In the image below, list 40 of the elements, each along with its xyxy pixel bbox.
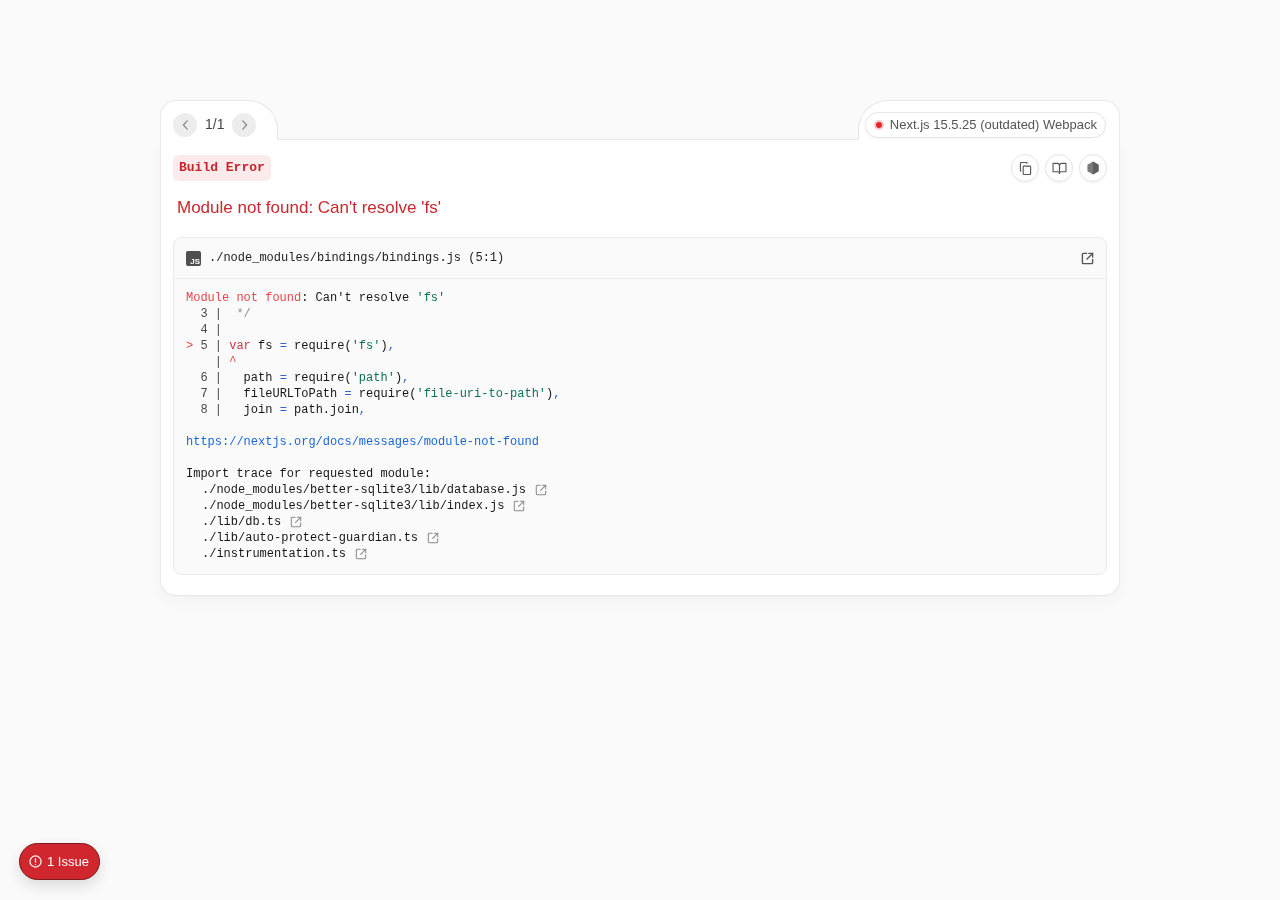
code-line: | ^ xyxy=(213,354,237,370)
trace-title: Import trace for requested module: xyxy=(186,466,431,482)
code-line: 3 | */ xyxy=(199,306,251,322)
hexagon-icon xyxy=(1087,161,1099,175)
version-label: Next.js 15.5.25 (outdated) Webpack xyxy=(889,115,1097,134)
external-link-icon[interactable] xyxy=(290,516,303,528)
alert-circle-icon xyxy=(29,855,42,868)
chevron-left-icon xyxy=(181,119,189,130)
chevron-right-icon xyxy=(240,119,248,130)
open-in-editor-button[interactable] xyxy=(1080,251,1094,265)
trace-path: ./instrumentation.ts xyxy=(202,546,347,562)
trace-path: ./lib/db.ts xyxy=(202,514,282,530)
code-line: 7 | fileURLToPath = require('file-uri-to-path'), xyxy=(199,386,561,402)
code-line: > 5 | var fs = require('fs'), xyxy=(186,338,395,354)
external-link-icon[interactable] xyxy=(427,532,440,544)
docs-button[interactable] xyxy=(1045,154,1073,182)
book-icon xyxy=(1051,162,1067,174)
external-link-icon[interactable] xyxy=(355,548,368,560)
copy-button[interactable] xyxy=(1011,154,1039,182)
node-button[interactable] xyxy=(1079,154,1107,182)
file-path: ./node_modules/bindings/bindings.js (5:1) xyxy=(209,250,505,267)
js-file-badge: JS xyxy=(186,250,201,266)
code-line: 6 | path = require('path'), xyxy=(199,370,410,386)
code-line: 8 | join = path.join, xyxy=(199,402,367,418)
external-link-icon[interactable] xyxy=(535,484,548,496)
error-type-badge: Build Error xyxy=(173,155,271,181)
issues-button[interactable]: 1 Issue xyxy=(19,843,100,880)
error-message: Module not found: Can't resolve 'fs' xyxy=(176,197,441,219)
version-badge[interactable]: Next.js 15.5.25 (outdated) Webpack xyxy=(864,111,1106,138)
trace-path: ./node_modules/better-sqlite3/lib/database.js xyxy=(202,482,527,498)
previous-button[interactable] xyxy=(173,112,197,137)
external-link-icon[interactable] xyxy=(513,500,526,512)
code-line: 4 | xyxy=(199,322,222,338)
copy-icon xyxy=(1018,161,1032,175)
trace-path: ./lib/auto-protect-guardian.ts xyxy=(202,530,419,546)
trace-path: ./node_modules/better-sqlite3/lib/index.js xyxy=(202,498,505,514)
page-counter: 1/1 xyxy=(205,115,225,134)
docs-link[interactable]: https://nextjs.org/docs/messages/module-not-found xyxy=(186,435,539,449)
next-button[interactable] xyxy=(232,112,257,137)
code-line: Module not found: Can't resolve 'fs' xyxy=(186,290,446,306)
